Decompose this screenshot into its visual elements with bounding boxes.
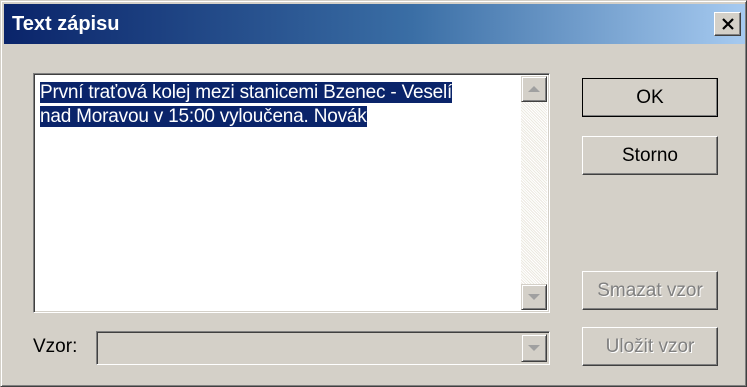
pattern-label: Vzor: [33,336,78,357]
ok-button[interactable]: OK [582,78,718,117]
record-text-line-1: První traťová kolej mezi stanicemi Bzene… [40,82,453,103]
arrow-up-icon [528,86,540,92]
pattern-dropdown[interactable] [96,331,550,365]
dialog-window: Text zápisu První traťová kolej mezi sta… [0,0,747,387]
record-text: První traťová kolej mezi stanicemi Bzene… [40,81,520,129]
delete-pattern-button[interactable]: Smazat vzor [582,271,718,310]
record-text-area[interactable]: První traťová kolej mezi stanicemi Bzene… [33,73,550,313]
vertical-scrollbar[interactable] [521,76,547,310]
window-title: Text zápisu [12,13,120,35]
scroll-up-button[interactable] [521,76,547,102]
dropdown-button[interactable] [521,334,547,362]
close-button[interactable] [714,12,741,36]
close-icon [721,18,734,30]
cancel-button[interactable]: Storno [582,136,718,175]
save-pattern-button[interactable]: Uložit vzor [582,327,718,366]
record-text-line-2: nad Moravou v 15:00 vyloučena. Novák [40,106,367,127]
chevron-down-icon [528,345,540,351]
title-bar[interactable]: Text zápisu [4,4,745,44]
scroll-down-button[interactable] [521,284,547,310]
arrow-down-icon [528,294,540,300]
